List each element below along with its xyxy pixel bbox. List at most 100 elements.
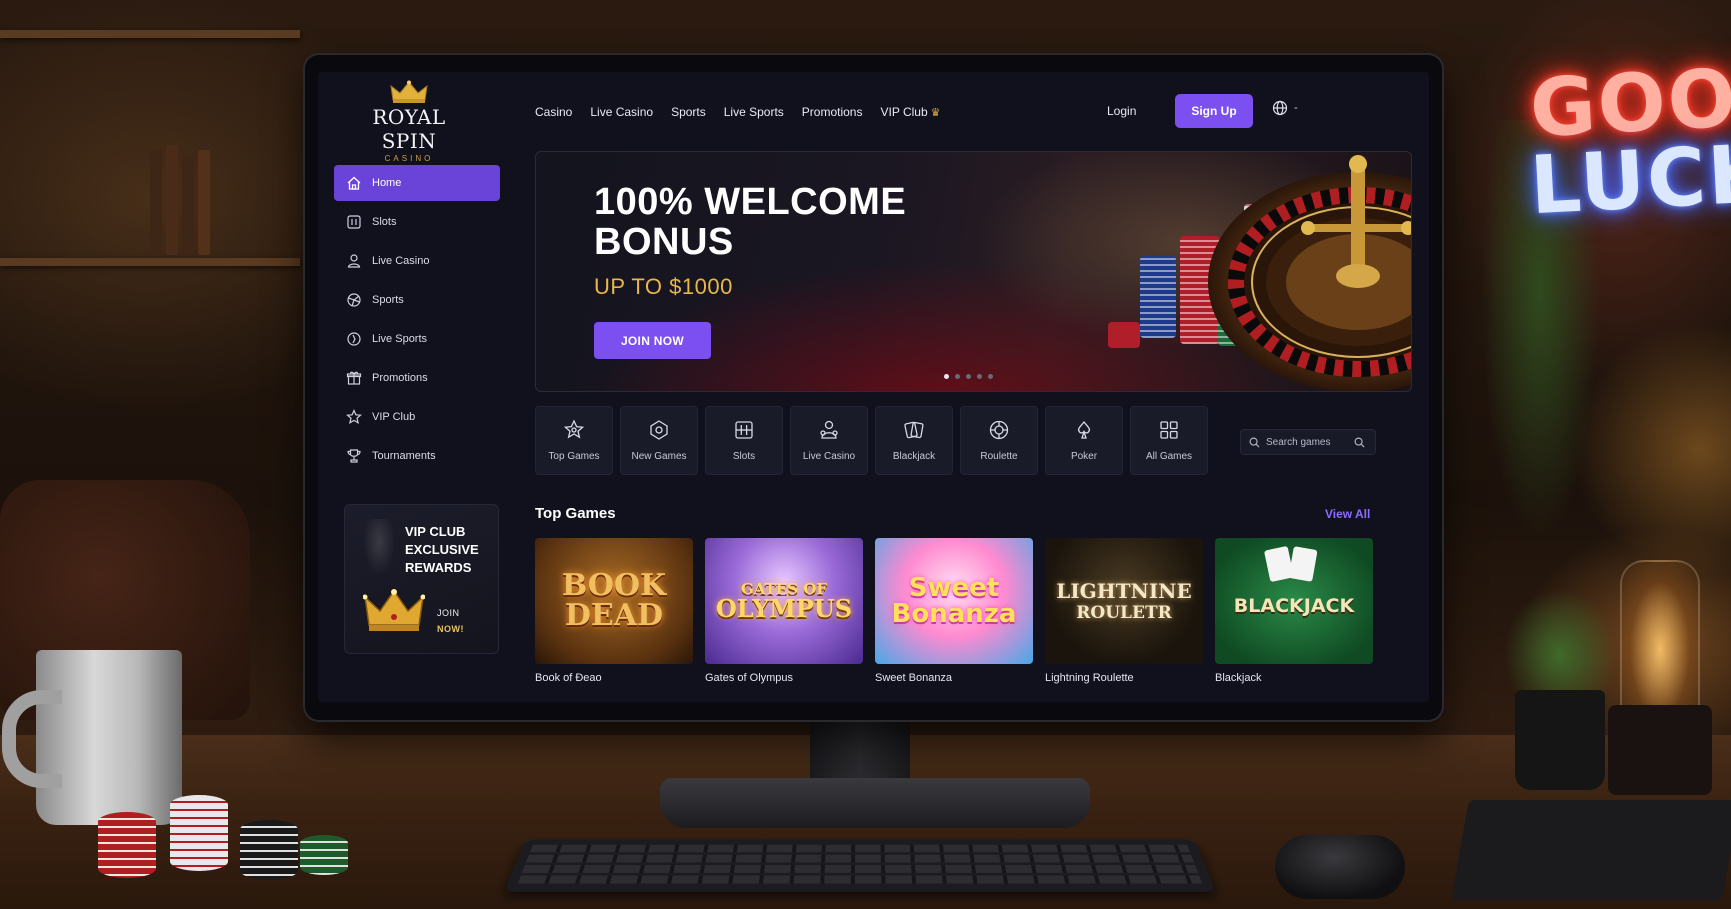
live-dealer-icon (820, 420, 838, 439)
new-games-icon (650, 420, 668, 440)
search-input[interactable] (1266, 436, 1348, 448)
nav-promotions[interactable]: Promotions (802, 105, 863, 119)
game-card-book-of-dead[interactable]: BOOK DEAD Book of Đeao (535, 538, 693, 684)
vip-card-title: VIP CLUB EXCLUSIVE REWARDS (405, 523, 495, 577)
category-roulette[interactable]: Roulette (960, 406, 1038, 475)
carousel-dot[interactable] (988, 374, 993, 379)
mouse (1275, 835, 1405, 899)
carousel-dot[interactable] (944, 374, 949, 379)
nav-live-casino[interactable]: Live Casino (590, 105, 653, 119)
nav-live-sports[interactable]: Live Sports (724, 105, 784, 119)
top-games-list: BOOK DEAD Book of Đeao GATES OF OLYMPUS … (535, 538, 1373, 684)
game-art-line: Bonanza (891, 599, 1017, 629)
vip-cta-line: NOW! (437, 624, 464, 634)
game-card-gates-of-olympus[interactable]: GATES OF OLYMPUS Gates of Olympus (705, 538, 863, 684)
search-submit-icon[interactable] (1354, 437, 1365, 448)
poker-chip-stack (300, 835, 348, 875)
category-label: Blackjack (892, 451, 936, 462)
sidebar-item-label: Live Sports (372, 333, 428, 345)
category-label: Poker (1070, 451, 1098, 462)
vip-join-now-link[interactable]: JOIN NOW! (437, 605, 464, 637)
vip-card-title-line: VIP CLUB (405, 524, 466, 539)
sidebar-item-label: VIP Club (372, 411, 416, 423)
crown-icon: ♛ (930, 107, 941, 119)
category-live-casino[interactable]: Live Casino (790, 406, 868, 475)
monitor: ROYAL SPIN CASINO Casino Live Casino Spo… (305, 55, 1442, 720)
game-card-lightning-roulette[interactable]: LIGHTNINE ROULETR Lightning Roulette (1045, 538, 1203, 684)
hero-title: 100% WELCOME BONUS (594, 182, 906, 262)
game-thumbnail[interactable]: GATES OF OLYMPUS (705, 538, 863, 664)
game-thumbnail[interactable]: LIGHTNINE ROULETR (1045, 538, 1203, 664)
section-title-top-games: Top Games (535, 505, 616, 522)
gift-icon (346, 370, 362, 386)
category-top-games[interactable]: Top Games (535, 406, 613, 475)
game-art-title: BOOK DEAD (562, 571, 666, 631)
sidebar-item-slots[interactable]: Slots (334, 204, 500, 240)
dealer-icon (346, 253, 362, 269)
game-thumbnail[interactable]: Sweet Bonanza (875, 538, 1033, 664)
category-all-games[interactable]: All Games (1130, 406, 1208, 475)
view-all-link[interactable]: View All (1325, 507, 1370, 521)
search-box (1240, 429, 1376, 455)
playing-card-icon (1288, 546, 1318, 582)
poker-icon (1077, 420, 1091, 439)
trophy-icon (346, 448, 362, 464)
game-title: Book of Đeao (535, 672, 602, 684)
search-icon (1249, 437, 1260, 448)
nav-vip-club[interactable]: VIP Club ♛ (880, 105, 940, 119)
game-thumbnail[interactable]: BLACKJACK (1215, 538, 1373, 664)
sidebar-item-label: Promotions (372, 372, 428, 384)
nav-casino[interactable]: Casino (535, 105, 572, 119)
roulette-wheel-image (1108, 155, 1411, 391)
language-selector[interactable]: - (1272, 100, 1298, 116)
book (150, 150, 162, 255)
vip-card-title-line: EXCLUSIVE (405, 542, 479, 557)
carousel-dot[interactable] (955, 374, 960, 379)
login-link[interactable]: Login (1107, 95, 1136, 127)
sidebar-item-home[interactable]: Home (334, 165, 500, 201)
sidebar-item-sports[interactable]: Sports (334, 282, 500, 318)
sidebar-item-tournaments[interactable]: Tournaments (334, 438, 500, 474)
nav-vip-club-label: VIP Club (880, 105, 928, 119)
poker-chip-stack (98, 812, 156, 878)
game-art-line: OLYMPUS (715, 593, 853, 623)
category-slots[interactable]: Slots (705, 406, 783, 475)
carousel-dot[interactable] (977, 374, 982, 379)
poker-chip-stack (170, 795, 228, 871)
carousel-dot[interactable] (966, 374, 971, 379)
vip-card-title-line: REWARDS (405, 560, 472, 575)
join-now-button[interactable]: JOIN NOW (594, 322, 711, 359)
home-icon (346, 175, 362, 191)
sidebar-item-live-casino[interactable]: Live Casino (334, 243, 500, 279)
top-navigation: Casino Live Casino Sports Live Sports Pr… (535, 105, 941, 119)
top-games-icon (563, 419, 585, 439)
game-thumbnail[interactable]: BOOK DEAD (535, 538, 693, 664)
category-label: Top Games (548, 451, 600, 462)
game-title: Gates of Olympus (705, 672, 794, 684)
category-label: Live Casino (802, 451, 856, 462)
category-new-games[interactable]: New Games (620, 406, 698, 475)
category-blackjack[interactable]: Blackjack (875, 406, 953, 475)
game-art-line: LIGHTNINE (1056, 578, 1192, 603)
sign-up-button[interactable]: Sign Up (1175, 94, 1253, 128)
game-title: Sweet Bonanza (875, 672, 953, 684)
game-categories: Top Games New Games Slots Live Casino Bl… (535, 406, 1208, 475)
neon-sign-luck: LUCK (1527, 126, 1731, 233)
brand-name: ROYAL SPIN (372, 105, 446, 153)
slots-icon (346, 214, 362, 230)
sidebar-item-live-sports[interactable]: Live Sports (334, 321, 500, 357)
keyboard (504, 839, 1216, 892)
category-poker[interactable]: Poker (1045, 406, 1123, 475)
vip-cta-line: JOIN (437, 608, 460, 618)
casino-website: ROYAL SPIN CASINO Casino Live Casino Spo… (318, 72, 1429, 702)
logo[interactable]: ROYAL SPIN CASINO (342, 80, 476, 163)
game-art-line: DEAD (564, 598, 664, 633)
sidebar-item-promotions[interactable]: Promotions (334, 360, 500, 396)
game-card-sweet-bonanza[interactable]: Sweet Bonanza Sweet Bonanza (875, 538, 1033, 684)
sidebar-item-vip-club[interactable]: VIP Club (334, 399, 500, 435)
slot-machine-icon (735, 421, 753, 439)
vip-club-promo-card[interactable]: VIP CLUB EXCLUSIVE REWARDS JOIN NOW! (344, 504, 499, 654)
welcome-bonus-banner: 100% WELCOME BONUS UP TO $1000 JOIN NOW (535, 151, 1412, 392)
nav-sports[interactable]: Sports (671, 105, 706, 119)
game-card-blackjack[interactable]: BLACKJACK Blackjack (1215, 538, 1373, 684)
